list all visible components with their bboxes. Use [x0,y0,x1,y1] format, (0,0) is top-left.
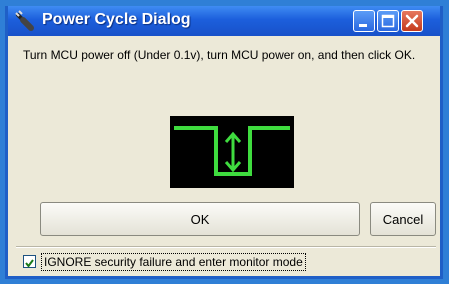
maximize-icon [381,14,395,28]
window-title: Power Cycle Dialog [42,11,191,28]
checkmark-icon [25,259,34,268]
divider [16,246,436,248]
ignore-security-checkbox[interactable] [23,255,36,268]
ok-button[interactable]: OK [40,202,360,236]
close-icon [405,14,419,28]
plug-icon [14,10,36,32]
minimize-icon [359,24,367,27]
cancel-button[interactable]: Cancel [370,202,436,236]
power-cycle-waveform-icon [170,116,294,188]
minimize-button[interactable] [353,10,375,32]
instruction-text: Turn MCU power off (Under 0.1v), turn MC… [23,48,416,62]
maximize-button[interactable] [377,10,399,32]
ignore-security-label[interactable]: IGNORE security failure and enter monito… [41,253,306,271]
close-button[interactable] [401,10,423,32]
power-cycle-dialog: Power Cycle Dialog Turn MCU power off (U… [5,6,443,279]
title-bar[interactable]: Power Cycle Dialog [8,6,440,36]
